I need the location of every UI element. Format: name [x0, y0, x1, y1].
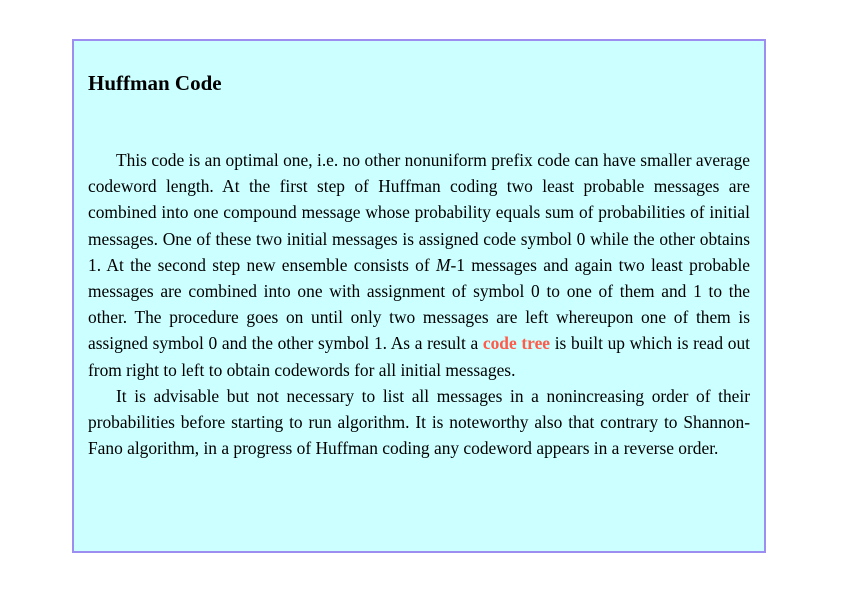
- paragraph-1: This code is an optimal one, i.e. no oth…: [88, 147, 750, 383]
- slide-body: This code is an optimal one, i.e. no oth…: [88, 147, 750, 461]
- slide-content-box: Huffman Code This code is an optimal one…: [72, 39, 766, 553]
- highlighted-term-code-tree: code tree: [482, 333, 551, 354]
- variable-m: M: [435, 254, 451, 275]
- paragraph-2: It is advisable but not necessary to lis…: [88, 385, 750, 459]
- slide-title: Huffman Code: [88, 71, 222, 95]
